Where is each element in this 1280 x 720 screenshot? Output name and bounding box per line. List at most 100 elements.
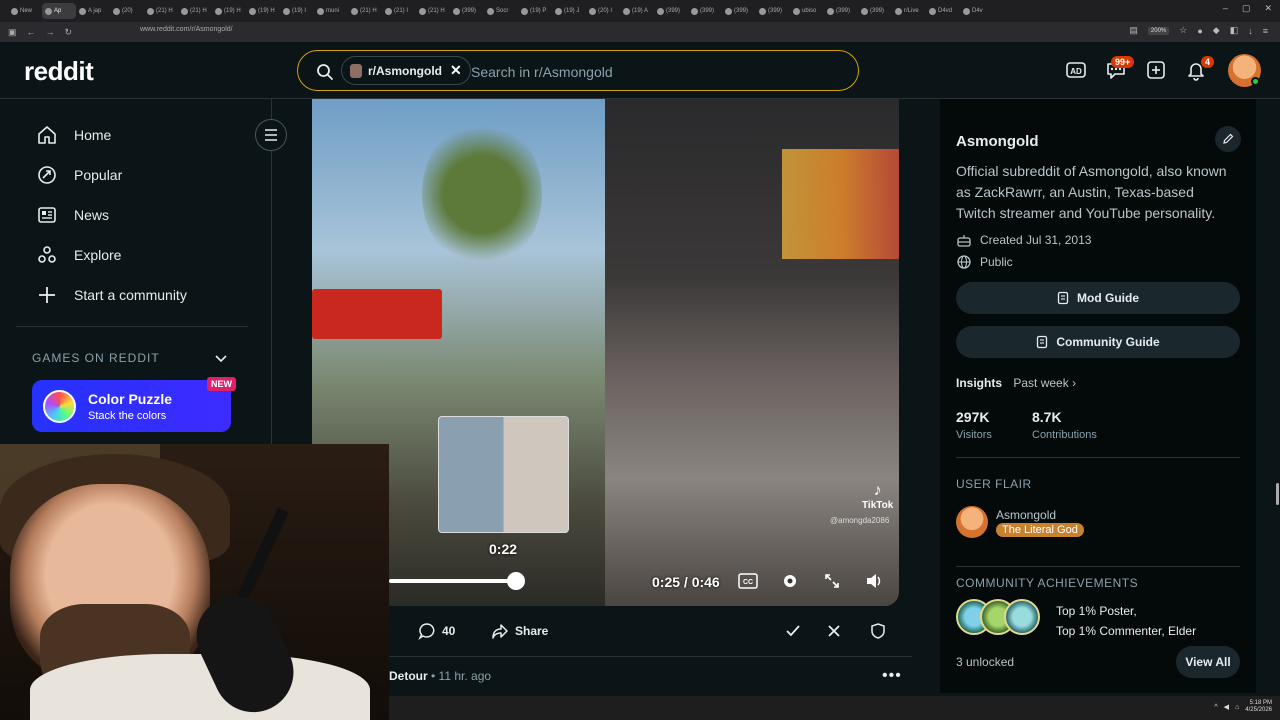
- search-input[interactable]: Search in r/Asmongold: [471, 64, 613, 80]
- os-taskbar: ^ ◀ ⌂ 5:18 PM 4/25/2026: [389, 696, 1280, 720]
- maximize-icon[interactable]: ▢: [1242, 3, 1251, 14]
- community-guide-label: Community Guide: [1056, 335, 1160, 349]
- browser-tab[interactable]: (399): [654, 3, 688, 19]
- sidebar-item-news[interactable]: News: [36, 204, 109, 226]
- games-section-heading[interactable]: GAMES ON REDDIT: [32, 351, 160, 365]
- browser-tab[interactable]: (21) H: [144, 3, 178, 19]
- browser-tab[interactable]: (399): [722, 3, 756, 19]
- tray-chevron-icon[interactable]: ^: [1214, 704, 1217, 711]
- bookmark-star-icon[interactable]: ☆: [1179, 25, 1187, 36]
- next-post-author[interactable]: Detour: [389, 669, 428, 683]
- tab-label: (19) I: [292, 8, 307, 14]
- forward-icon[interactable]: →: [46, 27, 55, 37]
- browser-tab[interactable]: Socr: [484, 3, 518, 19]
- mod-guide-button[interactable]: Mod Guide: [956, 282, 1240, 314]
- browser-tab[interactable]: A jap: [76, 3, 110, 19]
- chip-close-icon[interactable]: ✕: [450, 62, 462, 79]
- sidebar-item-label: Popular: [74, 167, 123, 183]
- browser-tab[interactable]: (19) I: [280, 3, 314, 19]
- chevron-down-icon[interactable]: [214, 351, 228, 365]
- comments-button[interactable]: 40: [418, 618, 455, 644]
- settings-gear-icon[interactable]: [780, 571, 800, 591]
- back-icon[interactable]: ←: [27, 27, 36, 37]
- insights-row[interactable]: Insights Past week ›: [956, 376, 1076, 390]
- search-bar[interactable]: r/Asmongold ✕ Search in r/Asmongold: [297, 50, 859, 91]
- reddit-logo[interactable]: reddit: [24, 56, 94, 87]
- browser-tab[interactable]: (20): [110, 3, 144, 19]
- browser-tab[interactable]: (399): [858, 3, 892, 19]
- sidebar-toggle-icon[interactable]: ▣: [8, 27, 17, 38]
- remove-button[interactable]: [825, 618, 843, 644]
- subreddit-search-chip[interactable]: r/Asmongold ✕: [341, 56, 471, 85]
- browser-tab[interactable]: (399): [756, 3, 790, 19]
- browser-tab[interactable]: Ap: [42, 3, 76, 19]
- browser-tab[interactable]: (21) I: [382, 3, 416, 19]
- volume-icon[interactable]: [864, 571, 884, 591]
- reader-icon[interactable]: ▤: [1129, 25, 1138, 36]
- speaker-icon[interactable]: ◀: [1224, 703, 1229, 711]
- view-all-button[interactable]: View All: [1176, 646, 1240, 678]
- url-field[interactable]: www.reddit.com/r/Asmongold/: [140, 26, 233, 33]
- edit-subreddit-button[interactable]: [1215, 126, 1241, 152]
- sidebar-item-start-community[interactable]: Start a community: [36, 284, 187, 306]
- browser-tab[interactable]: (20) I: [586, 3, 620, 19]
- approve-button[interactable]: [784, 618, 802, 644]
- browser-tab[interactable]: (21) H: [178, 3, 212, 19]
- community-guide-button[interactable]: Community Guide: [956, 326, 1240, 358]
- tab-favicon-icon: [79, 7, 86, 15]
- video-progress-bar[interactable]: [389, 579, 516, 583]
- mod-shield-button[interactable]: [869, 618, 887, 644]
- browser-tab-strip: New Ap A jap (20) (21) H (21) H (19) H (19) H (1…: [0, 0, 1280, 22]
- share-button[interactable]: Share: [491, 618, 548, 644]
- network-icon[interactable]: ⌂: [1235, 704, 1239, 711]
- created-date-row: Created Jul 31, 2013: [956, 232, 1091, 248]
- close-window-icon[interactable]: ✕: [1264, 3, 1272, 14]
- page-scrollbar-thumb[interactable]: [1276, 483, 1279, 505]
- create-post-icon[interactable]: [1145, 59, 1167, 81]
- browser-tab[interactable]: (19) H: [212, 3, 246, 19]
- browser-tab[interactable]: D4v: [960, 3, 994, 19]
- sidebar-item-popular[interactable]: Popular: [36, 164, 122, 186]
- post-video-player[interactable]: [312, 99, 899, 606]
- minimize-icon[interactable]: –: [1223, 3, 1228, 14]
- tab-favicon-icon: [963, 7, 970, 15]
- captions-icon[interactable]: CC: [738, 571, 758, 591]
- browser-tab[interactable]: New: [8, 3, 42, 19]
- browser-tab[interactable]: (21) H: [416, 3, 450, 19]
- tab-label: (21) I: [394, 8, 409, 14]
- fullscreen-icon[interactable]: [822, 571, 842, 591]
- browser-tab[interactable]: ubiso: [790, 3, 824, 19]
- profile-icon[interactable]: ●: [1197, 26, 1202, 36]
- download-icon[interactable]: ↓: [1248, 26, 1253, 36]
- more-options-icon[interactable]: •••: [882, 667, 902, 685]
- reload-icon[interactable]: ↻: [65, 27, 73, 38]
- next-post-meta[interactable]: Detour • 11 hr. ago: [389, 669, 491, 683]
- browser-tab[interactable]: (399): [824, 3, 858, 19]
- advertise-icon[interactable]: AD: [1065, 59, 1087, 81]
- browser-tab[interactable]: (19) H: [246, 3, 280, 19]
- browser-tab[interactable]: D4vd: [926, 3, 960, 19]
- sidebar-item-home[interactable]: Home: [36, 124, 111, 146]
- insights-period: Past week: [1013, 376, 1069, 390]
- browser-tab[interactable]: (21) H: [348, 3, 382, 19]
- browser-tab[interactable]: r/Live: [892, 3, 926, 19]
- browser-tab[interactable]: muni: [314, 3, 348, 19]
- browser-tab[interactable]: (399): [688, 3, 722, 19]
- browser-tab[interactable]: (19) A: [620, 3, 654, 19]
- extensions-icon[interactable]: ◧: [1230, 25, 1239, 36]
- browser-tab[interactable]: (19) J: [552, 3, 586, 19]
- zoom-indicator[interactable]: 200%: [1147, 26, 1170, 35]
- achievement-badges[interactable]: [956, 599, 1044, 637]
- color-puzzle-game-card[interactable]: Color Puzzle Stack the colors: [32, 380, 231, 432]
- browser-menu-icon[interactable]: ≡: [1263, 26, 1268, 36]
- browser-tab[interactable]: (399): [450, 3, 484, 19]
- collapse-sidebar-button[interactable]: [255, 119, 287, 151]
- tab-label: A jap: [88, 8, 102, 14]
- browser-tab[interactable]: (19) P: [518, 3, 552, 19]
- shield-ext-icon[interactable]: ◆: [1213, 25, 1220, 36]
- tab-favicon-icon: [147, 7, 154, 15]
- clock[interactable]: 5:18 PM 4/25/2026: [1245, 700, 1272, 714]
- game-title: Color Puzzle: [88, 391, 173, 407]
- sidebar-item-explore[interactable]: Explore: [36, 244, 121, 266]
- progress-handle[interactable]: [507, 572, 525, 590]
